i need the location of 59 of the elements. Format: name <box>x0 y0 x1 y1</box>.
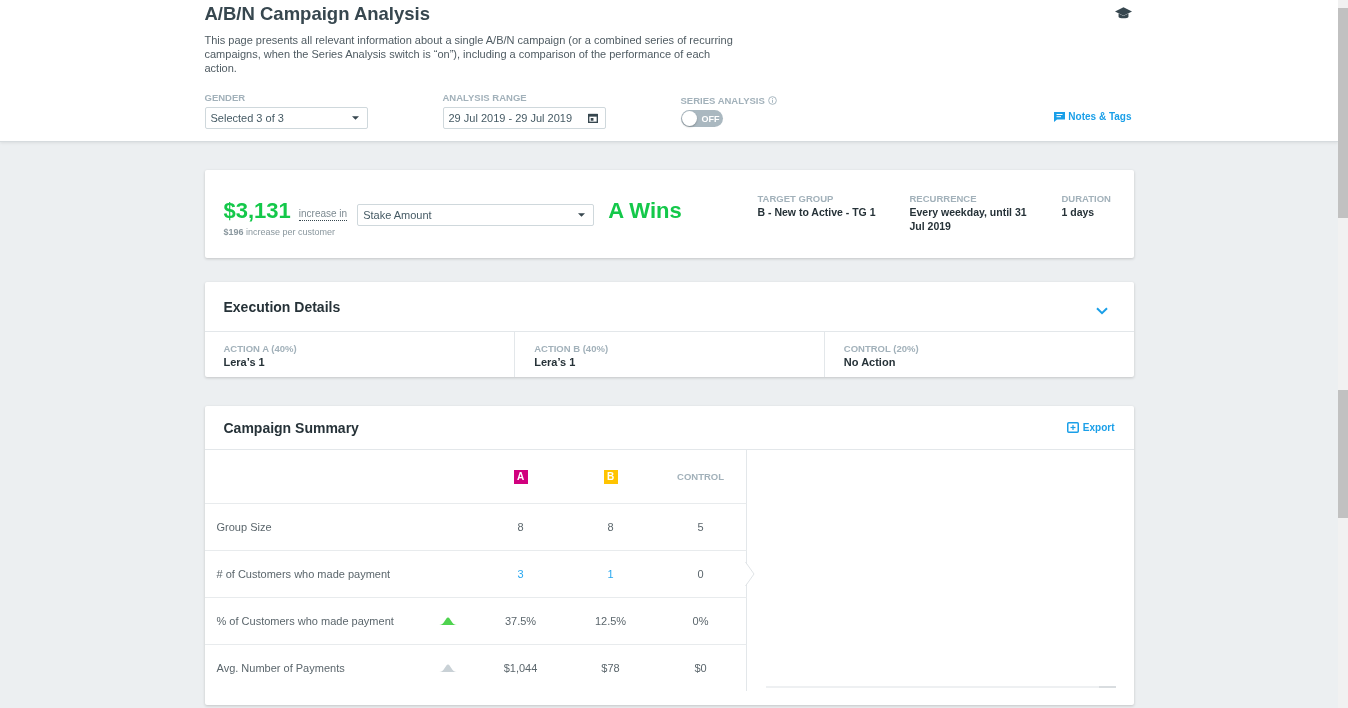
column-header: CONTROL <box>677 471 724 482</box>
detail-label: RECURRENCE <box>909 192 978 205</box>
page-title: A/B/N Campaign Analysis <box>204 4 430 24</box>
gender-dropdown[interactable]: Selected 3 of 3 <box>204 107 368 129</box>
action-label: ACTION B (40%) <box>534 342 610 355</box>
row-label: # of Customers who made payment <box>216 568 391 580</box>
export-link[interactable]: Export <box>1066 422 1115 433</box>
scrollbar-thumb[interactable] <box>1338 8 1348 218</box>
filter-label: GENDER <box>204 92 246 103</box>
scrollbar-thumb[interactable] <box>1338 390 1348 518</box>
page-description: This page presents all relevant information about a single A/B/N campaign (or a combined series of recurring campaigns, when the Series Analysis switch is “on”), including a comparison of the performance of each action. <box>204 33 734 75</box>
table-cell: 8 <box>517 521 524 533</box>
action-tag: A <box>513 469 528 484</box>
chevron-down-icon[interactable] <box>1095 306 1108 315</box>
caret-icon <box>578 212 586 217</box>
section-title: Execution Details <box>223 298 341 315</box>
winner-text: A Wins <box>608 198 682 224</box>
filter-label: SERIES ANALYSIS <box>680 95 765 106</box>
table-cell: 0 <box>697 568 704 580</box>
series-analysis-toggle[interactable]: OFF <box>680 110 723 127</box>
detail-label: DURATION <box>1061 192 1112 205</box>
value-link[interactable]: 1 <box>607 568 614 580</box>
detail-label: TARGET GROUP <box>757 192 835 205</box>
action-tag: B <box>603 469 618 484</box>
row-label: Group Size <box>216 521 272 533</box>
metric-dropdown[interactable]: Stake Amount <box>357 203 595 226</box>
table-cell: 5 <box>697 521 704 533</box>
graduation-cap-icon[interactable] <box>1114 7 1132 20</box>
scrollbar[interactable] <box>1338 0 1348 708</box>
table-cell: 12.5% <box>594 615 627 627</box>
filter-label: ANALYSIS RANGE <box>442 92 527 103</box>
table-cell: 0% <box>692 615 709 627</box>
action-label: ACTION A (40%) <box>223 342 298 355</box>
detail-value: Every weekday, until 31 Jul 2019 <box>909 205 1028 233</box>
action-value: No Action <box>843 355 897 369</box>
detail-value: B - New to Active - TG 1 <box>757 205 877 219</box>
notes-tags-link[interactable]: Notes & Tags <box>1054 111 1132 122</box>
table-cell: $78 <box>601 662 620 674</box>
table-cell: $0 <box>694 662 707 674</box>
table-cell: 37.5% <box>504 615 537 627</box>
increase-label: increase in <box>298 207 348 221</box>
action-value: Lera’s 1 <box>534 355 577 369</box>
info-icon[interactable] <box>767 96 777 105</box>
action-value: Lera’s 1 <box>223 355 266 369</box>
increase-amount: $3,131 <box>223 198 291 224</box>
row-label: % of Customers who made payment <box>216 615 394 627</box>
caret-icon <box>351 116 359 120</box>
value-link[interactable]: 3 <box>517 568 524 580</box>
per-customer-increase: $196 increase per customer <box>223 226 337 238</box>
detail-value: 1 days <box>1061 205 1096 219</box>
section-title: Campaign Summary <box>223 419 359 436</box>
table-cell: $1,044 <box>503 662 538 674</box>
table-cell: 8 <box>607 521 614 533</box>
action-label: CONTROL (20%) <box>843 342 920 355</box>
export-icon <box>1066 422 1079 433</box>
calendar-icon <box>587 113 598 123</box>
row-label: Avg. Number of Payments <box>216 662 345 674</box>
date-range-field[interactable]: 29 Jul 2019 - 29 Jul 2019 <box>442 107 606 129</box>
comment-icon <box>1054 111 1066 122</box>
